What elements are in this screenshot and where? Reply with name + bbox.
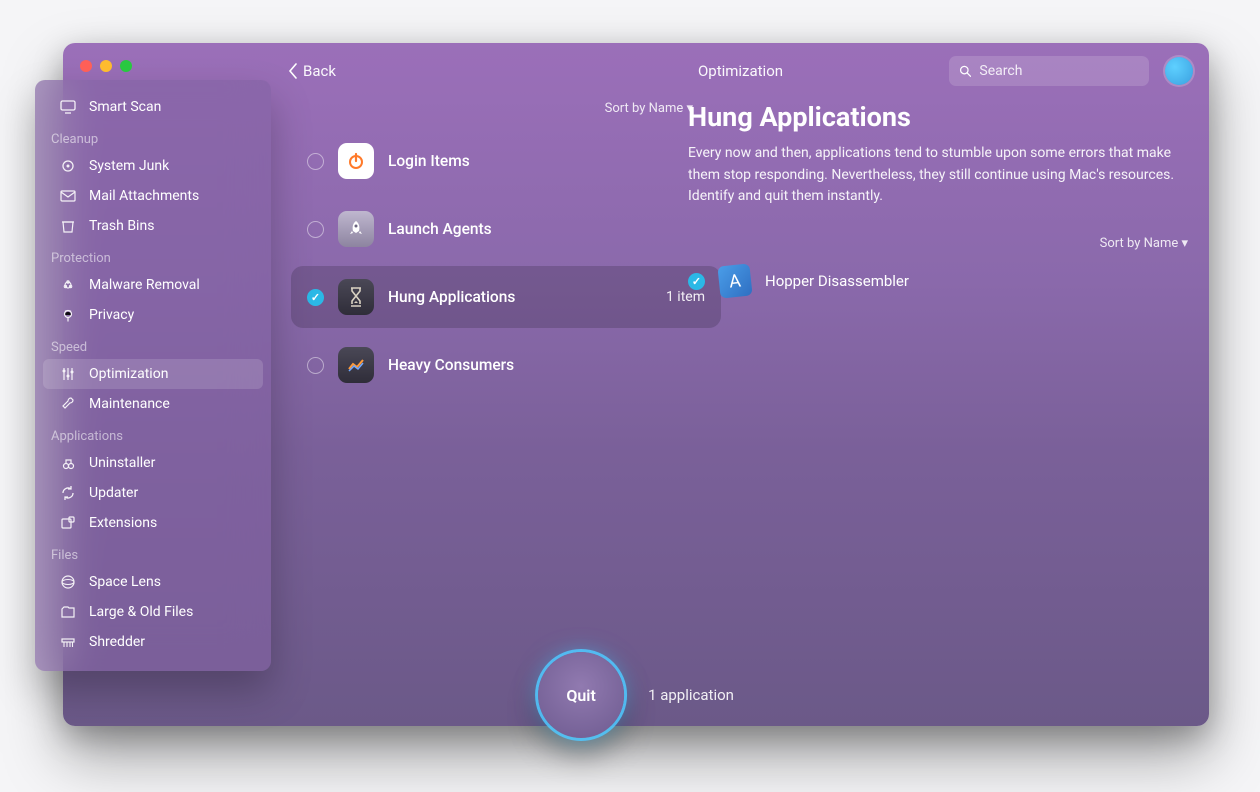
extensions-icon — [59, 514, 77, 532]
category-login-items[interactable]: Login Items — [291, 130, 721, 192]
malware-removal-icon — [59, 276, 77, 294]
category-label: Launch Agents — [388, 220, 705, 238]
trash-bins-icon — [59, 217, 77, 235]
app-label: Hopper Disassembler — [765, 272, 909, 290]
sidebar-item-extensions[interactable]: Extensions — [43, 508, 263, 538]
minimize-window-button[interactable] — [100, 60, 112, 72]
window-controls — [80, 60, 132, 72]
sidebar-item-malware-removal[interactable]: Malware Removal — [43, 270, 263, 300]
sidebar-item-privacy[interactable]: Privacy — [43, 300, 263, 330]
sidebar-item-shredder[interactable]: Shredder — [43, 627, 263, 657]
category-heavy-consumers[interactable]: Heavy Consumers — [291, 334, 721, 396]
close-window-button[interactable] — [80, 60, 92, 72]
mail-attachments-icon — [59, 187, 77, 205]
search-input[interactable] — [979, 63, 1139, 79]
detail-column: Hung Applications Every now and then, ap… — [688, 101, 1192, 297]
category-label: Heavy Consumers — [388, 356, 705, 374]
account-avatar[interactable] — [1165, 57, 1193, 85]
category-column: Sort by Name ▾ Login Items Launch Agents… — [291, 101, 721, 402]
sidebar-item-maintenance[interactable]: Maintenance — [43, 389, 263, 419]
space-lens-icon — [59, 573, 77, 591]
sidebar-item-label: System Junk — [89, 158, 169, 174]
shredder-icon — [59, 633, 77, 651]
sidebar-item-label: Extensions — [89, 515, 157, 531]
sidebar-group-header: Speed — [35, 330, 271, 359]
scan-icon — [59, 98, 77, 116]
category-launch-agents[interactable]: Launch Agents — [291, 198, 721, 260]
category-checkbox[interactable] — [307, 357, 324, 374]
sidebar-group-header: Protection — [35, 241, 271, 270]
chart-icon — [338, 347, 374, 383]
maximize-window-button[interactable] — [120, 60, 132, 72]
quit-button[interactable]: Quit — [538, 652, 624, 738]
search-icon — [959, 64, 971, 78]
action-area: Quit 1 application — [538, 652, 734, 738]
sidebar-item-label: Large & Old Files — [89, 604, 193, 620]
app-row-hopper[interactable]: A Hopper Disassembler — [688, 265, 1192, 297]
sidebar-item-trash-bins[interactable]: Trash Bins — [43, 211, 263, 241]
sidebar-item-label: Privacy — [89, 307, 134, 323]
selection-summary: 1 application — [648, 686, 734, 704]
detail-description: Every now and then, applications tend to… — [688, 143, 1192, 208]
sidebar-group-header: Files — [35, 538, 271, 567]
category-checkbox[interactable] — [307, 221, 324, 238]
sidebar-item-label: Shredder — [89, 634, 145, 650]
sidebar-item-uninstaller[interactable]: Uninstaller — [43, 448, 263, 478]
top-bar: Back Optimization — [288, 53, 1193, 89]
category-checkbox[interactable] — [307, 153, 324, 170]
category-hung-applications[interactable]: Hung Applications 1 item — [291, 266, 721, 328]
maintenance-icon — [59, 395, 77, 413]
sidebar-item-label: Uninstaller — [89, 455, 155, 471]
privacy-icon — [59, 306, 77, 324]
sidebar-item-label: Mail Attachments — [89, 188, 199, 204]
sidebar: Smart Scan Cleanup System Junk Mail Attachm… — [35, 80, 271, 671]
sidebar-item-smart-scan[interactable]: Smart Scan — [43, 92, 263, 122]
sidebar-group-header: Cleanup — [35, 122, 271, 151]
sort-categories-button[interactable]: Sort by Name ▾ — [291, 101, 721, 130]
updater-icon — [59, 484, 77, 502]
optimization-icon — [59, 365, 77, 383]
detail-title: Hung Applications — [688, 101, 1192, 133]
sidebar-item-label: Smart Scan — [89, 99, 161, 115]
sidebar-item-system-junk[interactable]: System Junk — [43, 151, 263, 181]
app-window: Back Optimization Smart ScanCleanupSyste… — [63, 43, 1209, 726]
sidebar-item-label: Trash Bins — [89, 218, 154, 234]
sidebar-item-space-lens[interactable]: Space Lens — [43, 567, 263, 597]
sidebar-item-label: Maintenance — [89, 396, 170, 412]
sidebar-item-label: Space Lens — [89, 574, 161, 590]
rocket-icon — [338, 211, 374, 247]
sidebar-item-label: Malware Removal — [89, 277, 200, 293]
sidebar-item-large-old-files[interactable]: Large & Old Files — [43, 597, 263, 627]
category-label: Hung Applications — [388, 288, 652, 306]
power-icon — [338, 143, 374, 179]
search-field[interactable] — [949, 56, 1149, 86]
sidebar-item-mail-attachments[interactable]: Mail Attachments — [43, 181, 263, 211]
sidebar-item-label: Updater — [89, 485, 138, 501]
app-icon: A — [717, 263, 752, 298]
sidebar-item-label: Optimization — [89, 366, 168, 382]
page-title: Optimization — [698, 62, 783, 80]
sidebar-item-optimization[interactable]: Optimization — [43, 359, 263, 389]
hourglass-icon — [338, 279, 374, 315]
category-checkbox[interactable] — [307, 289, 324, 306]
large-old-files-icon — [59, 603, 77, 621]
sidebar-item-updater[interactable]: Updater — [43, 478, 263, 508]
chevron-left-icon — [288, 63, 297, 79]
app-checkbox[interactable] — [688, 273, 705, 290]
sidebar-group-header: Applications — [35, 419, 271, 448]
back-label: Back — [303, 62, 336, 80]
uninstaller-icon — [59, 454, 77, 472]
category-label: Login Items — [388, 152, 705, 170]
sort-apps-button[interactable]: Sort by Name ▾ — [688, 236, 1188, 251]
back-button[interactable]: Back — [288, 62, 336, 80]
system-junk-icon — [59, 157, 77, 175]
